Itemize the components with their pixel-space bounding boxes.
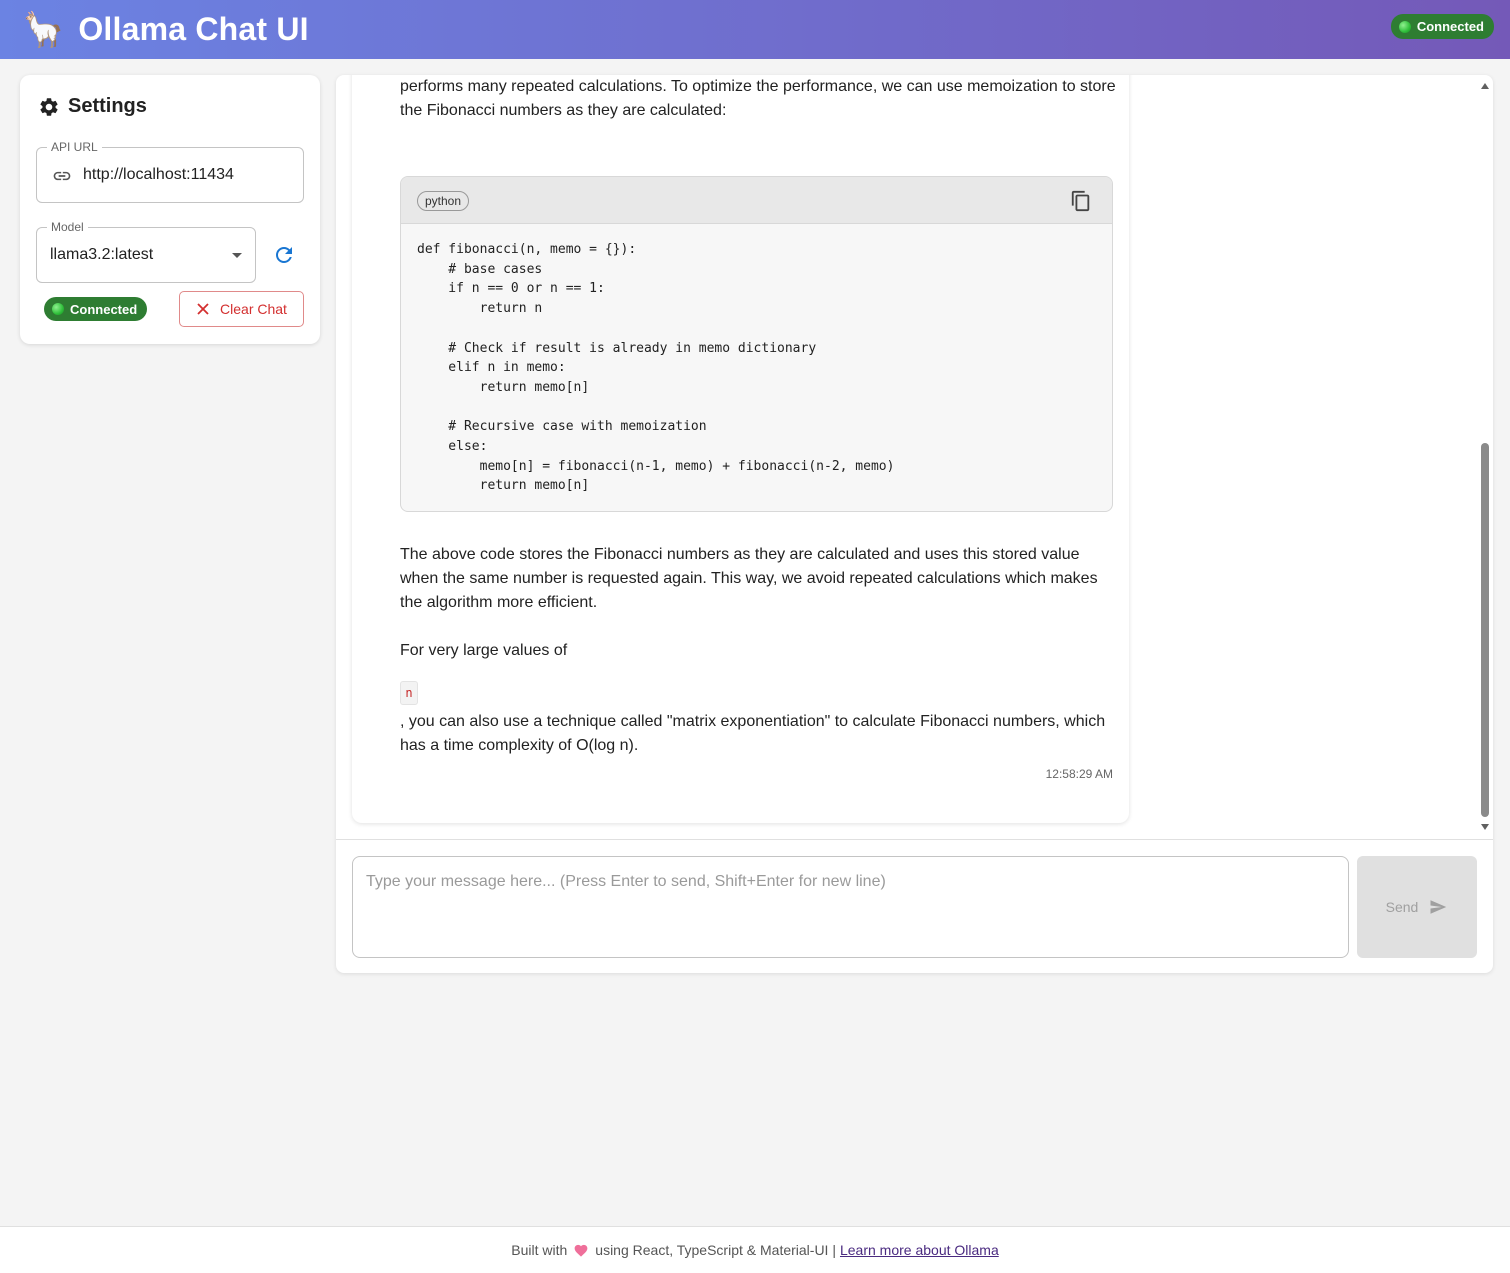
send-icon xyxy=(1430,900,1447,914)
clear-chat-label: Clear Chat xyxy=(220,301,287,317)
settings-title: Settings xyxy=(68,95,147,117)
header-connection-status: Connected xyxy=(1390,14,1494,39)
model-select[interactable]: Model llama3.2:latest xyxy=(36,220,256,283)
message-list[interactable]: However, please note that this implement… xyxy=(336,75,1493,839)
scrollbar-thumb[interactable] xyxy=(1481,443,1489,817)
footer-built-with: Built with xyxy=(511,1242,568,1258)
header-status-label: Connected xyxy=(1416,19,1484,34)
footer: Built with using React, TypeScript & Mat… xyxy=(0,1226,1510,1273)
message-intro-text: However, please note that this implement… xyxy=(400,78,1116,119)
llama-icon: 🦙 xyxy=(22,10,65,49)
scrollbar[interactable] xyxy=(1477,75,1493,839)
api-url-input[interactable]: http://localhost:11434 xyxy=(83,166,234,184)
connection-status-chip: Connected xyxy=(44,297,148,321)
clear-chat-button[interactable]: Clear Chat xyxy=(179,291,304,327)
close-icon xyxy=(197,303,209,315)
refresh-icon[interactable] xyxy=(272,243,296,267)
copy-icon[interactable] xyxy=(1070,190,1092,212)
settings-header: Settings xyxy=(38,95,147,118)
app-header: 🦙 Ollama Chat UI Connected xyxy=(0,0,1510,59)
message-large-values-text: For very large values of xyxy=(400,642,568,659)
scroll-down-icon[interactable] xyxy=(1481,824,1489,830)
status-dot-icon xyxy=(52,303,64,315)
code-language-badge: python xyxy=(417,191,470,211)
message-matrix-text: , you can also use a technique called "m… xyxy=(400,713,1106,754)
send-label: Send xyxy=(1385,899,1419,915)
chevron-down-icon[interactable] xyxy=(232,253,242,258)
settings-panel: Settings API URL http://localhost:11434 … xyxy=(20,75,320,344)
api-url-label: API URL xyxy=(47,140,102,154)
inline-code: n xyxy=(400,681,418,705)
message-input[interactable] xyxy=(366,873,1326,943)
link-icon xyxy=(53,171,71,181)
assistant-message: However, please note that this implement… xyxy=(352,75,1129,823)
model-label: Model xyxy=(47,220,88,234)
message-explanation-text: The above code stores the Fibonacci numb… xyxy=(400,546,1098,611)
connection-status-label: Connected xyxy=(70,301,138,317)
code-content: def fibonacci(n, memo = {}): # base case… xyxy=(417,242,895,494)
message-input-field[interactable] xyxy=(352,856,1349,958)
status-dot-icon xyxy=(1398,20,1411,33)
learn-more-link[interactable]: Learn more about Ollama xyxy=(840,1242,999,1258)
heart-icon xyxy=(574,1244,588,1257)
gear-icon xyxy=(40,97,58,116)
message-timestamp: 12:58:29 AM xyxy=(1045,767,1113,781)
scroll-up-icon[interactable] xyxy=(1481,83,1489,89)
send-button[interactable]: Send xyxy=(1357,856,1477,958)
api-url-field[interactable]: API URL http://localhost:11434 xyxy=(36,140,304,203)
footer-using-text: using React, TypeScript & Material-UI | xyxy=(595,1242,836,1258)
chat-panel: However, please note that this implement… xyxy=(336,75,1493,973)
composer-divider xyxy=(336,839,1493,840)
code-block: python def fibonacci(n, memo = {}): # ba… xyxy=(400,176,1113,512)
app-title: Ollama Chat UI xyxy=(78,11,309,47)
code-block-header: python xyxy=(401,177,1112,224)
model-select-value[interactable]: llama3.2:latest xyxy=(50,246,153,264)
